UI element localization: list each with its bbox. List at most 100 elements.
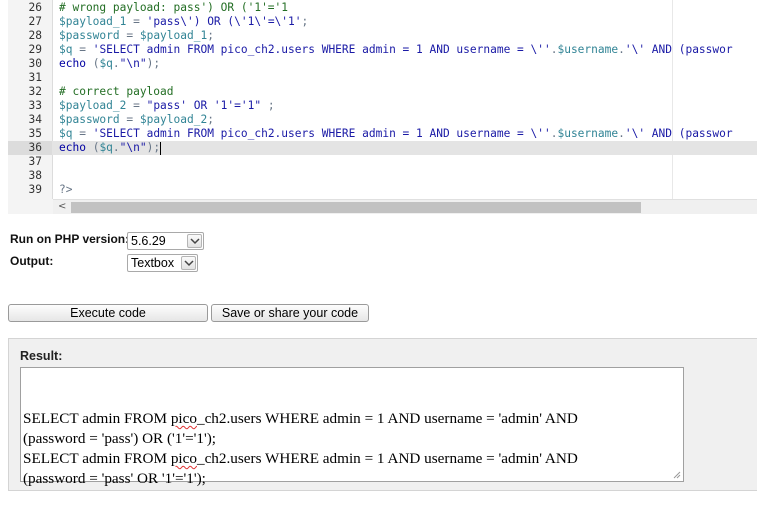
line-number: 31 — [28, 71, 42, 84]
result-line: (password = 'pass') OR ('1'='1'); — [23, 429, 681, 449]
code-editor[interactable]: 26 # wrong payload: pass') OR ('1'='1 27 $p… — [8, 0, 757, 214]
result-line: SELECT admin FROM pico_ch2.users WHERE a… — [23, 449, 681, 469]
code-token: $payload_2 — [59, 99, 127, 112]
result-text: SELECT admin FROM — [23, 450, 171, 467]
line-number: 32 — [28, 85, 42, 98]
code-line: 35 $q = 'SELECT admin FROM pico_ch2.users… — [8, 127, 757, 141]
code-token: ; — [207, 113, 214, 126]
code-token: # correct payload — [59, 85, 174, 98]
output-select[interactable]: Textbox — [127, 254, 198, 272]
code-token: $username — [557, 127, 619, 140]
code-line: 38 — [8, 169, 757, 183]
code-line: 31 — [8, 71, 757, 85]
code-line: 26 # wrong payload: pass') OR ('1'='1 — [8, 1, 757, 15]
result-textbox[interactable]: SELECT admin FROM pico_ch2.users WHERE a… — [20, 367, 684, 487]
code-line: 36 echo ($q."\n"); — [8, 141, 757, 155]
line-number: 26 — [28, 1, 42, 14]
code-token: "\n" — [119, 57, 147, 70]
code-token: $payload_1 — [59, 15, 127, 28]
line-number: 28 — [28, 29, 42, 42]
code-line: 27 $payload_1 = 'pass\') OR (\'1\'=\'1'; — [8, 15, 757, 29]
line-number: 39 — [28, 183, 42, 196]
result-line: (password = 'pass' OR '1'='1'); — [23, 469, 681, 489]
php-version-value: 5.6.29 — [131, 234, 166, 248]
result-title: Result: — [20, 349, 63, 363]
horizontal-scrollbar[interactable]: < — [53, 199, 757, 214]
code-lines: 26 # wrong payload: pass') OR ('1'='1 27 $p… — [8, 1, 757, 197]
line-number: 30 — [28, 57, 42, 70]
line-number: 37 — [28, 155, 42, 168]
line-number: 27 — [28, 15, 42, 28]
code-token: $payload_2 — [139, 113, 208, 126]
code-token: ?> — [59, 183, 73, 196]
code-token: = — [72, 127, 93, 140]
code-line-text: $payload_1 = 'pass\') OR (\'1\'=\'1'; — [59, 15, 308, 29]
code-line-text: # wrong payload: pass') OR ('1'='1 — [59, 1, 288, 15]
code-token: . — [618, 43, 625, 56]
code-line-text: $q = 'SELECT admin FROM pico_ch2.users W… — [59, 43, 733, 57]
code-line: 33 $payload_2 = "pass' OR '1'='1" ; — [8, 99, 757, 113]
execute-code-button[interactable]: Execute code — [8, 304, 208, 322]
code-token: $q — [59, 43, 73, 56]
line-number: 35 — [28, 127, 42, 140]
code-token: echo — [59, 141, 86, 154]
code-token: $username — [557, 43, 619, 56]
code-token: ( — [85, 57, 100, 70]
code-line-text: $password = $payload_1; — [59, 29, 214, 43]
line-number: 36 — [28, 141, 42, 154]
code-token: 'SELECT admin FROM pico_ch2.users WHERE … — [92, 43, 551, 56]
code-line: 28 $password = $payload_1; — [8, 29, 757, 43]
code-line-text: $q = 'SELECT admin FROM pico_ch2.users W… — [59, 127, 733, 141]
result-line: SELECT admin FROM pico_ch2.users WHERE a… — [23, 409, 681, 429]
code-line-text: echo ($q."\n"); — [59, 57, 160, 71]
result-text: SELECT admin FROM — [23, 410, 171, 427]
text-cursor — [160, 141, 162, 155]
code-token: '\' AND (passwor — [624, 43, 733, 56]
code-token: $payload_1 — [139, 29, 208, 42]
code-token: ); — [146, 57, 161, 70]
code-token: . — [618, 127, 625, 140]
line-number: 33 — [28, 99, 42, 112]
output-label: Output: — [10, 254, 54, 268]
chevron-down-icon[interactable] — [181, 256, 196, 270]
result-panel: Result: SELECT admin FROM pico_ch2.users… — [8, 338, 757, 491]
scroll-left-arrow-icon[interactable]: < — [58, 201, 66, 212]
code-token: ( — [85, 141, 100, 154]
code-line: 37 — [8, 155, 757, 169]
code-token: ; — [207, 29, 214, 42]
code-line: 32 # correct payload — [8, 85, 757, 99]
code-token: = — [126, 99, 147, 112]
code-token: '\' AND (passwor — [624, 127, 733, 140]
save-share-code-button[interactable]: Save or share your code — [211, 304, 369, 322]
code-token: "pass' OR '1'='1" — [146, 99, 262, 112]
resize-grip-icon[interactable] — [672, 470, 681, 479]
code-token: = — [126, 15, 147, 28]
result-text: (password = 'pass' OR '1'='1'); — [23, 470, 206, 487]
code-token: ; — [261, 99, 275, 112]
result-text: _ch2.users WHERE admin = 1 AND username … — [196, 450, 578, 467]
chevron-down-icon[interactable] — [187, 234, 202, 248]
line-number: 38 — [28, 169, 42, 182]
spellcheck-word: pico — [170, 450, 197, 467]
scrollbar-thumb[interactable] — [71, 202, 641, 213]
code-line-text: echo ($q."\n"); — [59, 141, 162, 155]
code-token: $q — [99, 141, 113, 154]
php-version-select[interactable]: 5.6.29 — [127, 232, 204, 250]
output-value: Textbox — [131, 256, 175, 270]
code-token: $password — [59, 29, 120, 42]
code-token: . — [112, 57, 120, 70]
code-token: 'SELECT admin FROM pico_ch2.users WHERE … — [92, 127, 551, 140]
line-number: 34 — [28, 113, 42, 126]
code-token: "\n" — [119, 141, 147, 154]
code-token: . — [112, 141, 120, 154]
code-token: = — [72, 43, 93, 56]
code-line: 39 ?> — [8, 183, 757, 197]
code-line-text: $payload_2 = "pass' OR '1'='1" ; — [59, 99, 275, 113]
code-token: $q — [59, 127, 73, 140]
code-line: 30 echo ($q."\n"); — [8, 57, 757, 71]
code-token: = — [119, 113, 140, 126]
code-line-text: $password = $payload_2; — [59, 113, 214, 127]
spellcheck-word: pico — [170, 410, 197, 427]
code-token: echo — [59, 57, 86, 70]
code-line-text: ?> — [59, 183, 72, 197]
